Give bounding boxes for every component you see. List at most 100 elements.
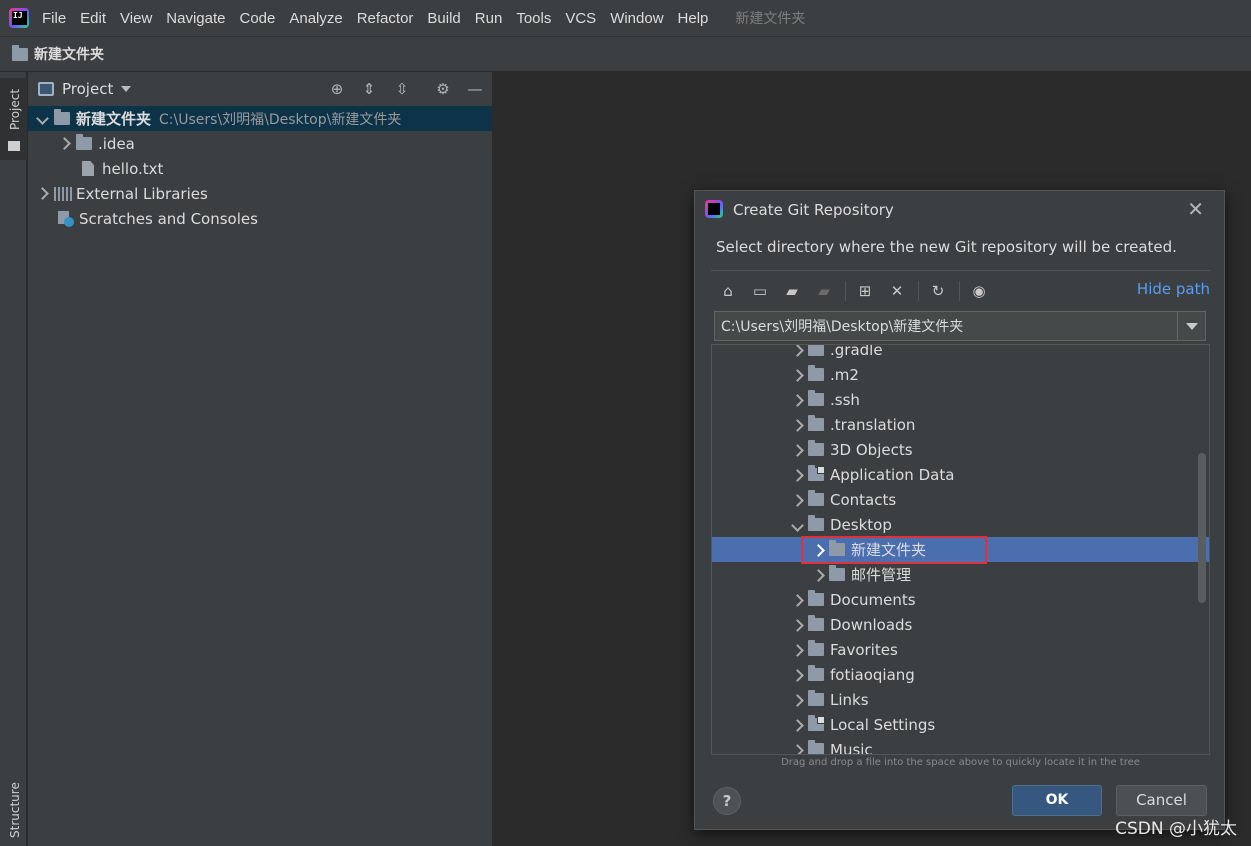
hide-path-link[interactable]: Hide path: [1137, 280, 1210, 298]
expand-all-icon[interactable]: ⇕: [360, 80, 378, 98]
folder-icon: [808, 390, 824, 406]
breadcrumb-project[interactable]: 新建文件夹: [34, 44, 104, 64]
chevron-right-icon[interactable]: [36, 187, 48, 201]
menu-edit[interactable]: Edit: [73, 10, 113, 27]
tree-label: Scratches and Consoles: [79, 209, 258, 228]
show-hidden-icon[interactable]: ◉: [966, 280, 992, 302]
tree-row[interactable]: Contacts: [712, 487, 1209, 512]
tree-row[interactable]: Favorites: [712, 637, 1209, 662]
chevron-right-icon[interactable]: [790, 345, 804, 359]
menu-vcs[interactable]: VCS: [558, 10, 603, 27]
chevron-right-icon[interactable]: [790, 366, 804, 384]
chevron-right-icon[interactable]: [790, 391, 804, 409]
menu-file[interactable]: File: [35, 10, 73, 27]
help-button[interactable]: ?: [713, 787, 741, 815]
menu-refactor[interactable]: Refactor: [350, 10, 421, 27]
folder-icon: [808, 490, 824, 506]
chevron-right-icon[interactable]: [790, 716, 804, 734]
module-folder-icon[interactable]: ▰: [811, 280, 837, 302]
chevron-right-icon[interactable]: [790, 691, 804, 709]
tree-label: .idea: [98, 134, 135, 153]
project-tool-tab[interactable]: Project: [0, 78, 27, 160]
folder-icon: [808, 690, 824, 706]
tree-row[interactable]: .ssh: [712, 387, 1209, 412]
tree-row[interactable]: Downloads: [712, 612, 1209, 637]
tree-row[interactable]: Application Data: [712, 462, 1209, 487]
menu-build[interactable]: Build: [420, 10, 467, 27]
folder-icon: [808, 365, 824, 381]
chevron-right-icon[interactable]: [790, 591, 804, 609]
menu-window[interactable]: Window: [603, 10, 670, 27]
chevron-right-icon[interactable]: [790, 641, 804, 659]
panel-title[interactable]: Project: [62, 80, 113, 98]
chevron-right-icon[interactable]: [790, 666, 804, 684]
close-icon[interactable]: ✕: [1187, 197, 1204, 221]
chevron-down-icon[interactable]: [1177, 312, 1205, 340]
desktop-icon[interactable]: ▭: [747, 280, 773, 302]
tree-row[interactable]: .m2: [712, 362, 1209, 387]
cancel-button[interactable]: Cancel: [1116, 785, 1207, 816]
tree-scrollbar[interactable]: [1198, 453, 1206, 603]
intellij-logo-icon: [705, 200, 723, 218]
tree-label: External Libraries: [76, 184, 208, 203]
chevron-down-icon[interactable]: [790, 516, 804, 534]
panel-header: Project: [28, 72, 492, 106]
tree-row[interactable]: Documents: [712, 587, 1209, 612]
divider: [711, 270, 1210, 271]
chevron-right-icon[interactable]: [790, 741, 804, 755]
delete-icon[interactable]: ✕: [884, 280, 910, 302]
tree-row[interactable]: 3D Objects: [712, 437, 1209, 462]
tree-row-project-root[interactable]: 新建文件夹 C:\Users\刘明福\Desktop\新建文件夹: [28, 106, 492, 131]
ok-button[interactable]: OK: [1012, 785, 1102, 816]
directory-tree[interactable]: .gradle .m2 .ssh .translation 3D Objects…: [711, 344, 1210, 755]
chevron-right-icon[interactable]: [790, 416, 804, 434]
tree-label: Contacts: [830, 490, 897, 509]
project-folder-icon[interactable]: ▰: [779, 280, 805, 302]
tree-row[interactable]: .translation: [712, 412, 1209, 437]
toolbar-separator: [845, 281, 846, 301]
folder-icon: [808, 440, 824, 456]
tree-row[interactable]: .gradle: [712, 345, 1209, 362]
collapse-all-icon[interactable]: ⇳: [393, 80, 411, 98]
refresh-icon[interactable]: ↻: [925, 280, 951, 302]
tree-row[interactable]: fotiaoqiang: [712, 662, 1209, 687]
tree-label: Music: [830, 740, 873, 755]
menu-help[interactable]: Help: [671, 10, 716, 27]
tree-row[interactable]: Links: [712, 687, 1209, 712]
menu-view[interactable]: View: [113, 10, 159, 27]
tree-label: hello.txt: [102, 159, 164, 178]
chevron-down-icon[interactable]: [121, 86, 132, 92]
tree-row-hello-txt[interactable]: hello.txt: [28, 156, 163, 181]
home-icon[interactable]: ⌂: [715, 280, 741, 302]
structure-tool-tab[interactable]: Structure: [8, 782, 22, 838]
tree-row-external-libraries[interactable]: External Libraries: [28, 181, 208, 206]
chevron-right-icon[interactable]: [811, 566, 825, 584]
chevron-right-icon[interactable]: [790, 616, 804, 634]
menu-run[interactable]: Run: [468, 10, 510, 27]
path-input[interactable]: [715, 318, 1177, 334]
locate-icon[interactable]: ⊕: [328, 80, 346, 98]
annotation-highlight-box: [801, 536, 987, 564]
chevron-right-icon[interactable]: [790, 441, 804, 459]
toolbar-separator: [918, 281, 919, 301]
tree-row-scratches[interactable]: Scratches and Consoles: [28, 206, 258, 231]
tree-row[interactable]: Local Settings: [712, 712, 1209, 737]
tree-row[interactable]: Desktop: [712, 512, 1209, 537]
path-combobox[interactable]: [714, 311, 1206, 341]
menu-navigate[interactable]: Navigate: [159, 10, 232, 27]
menu-code[interactable]: Code: [232, 10, 282, 27]
tree-row[interactable]: 邮件管理: [712, 562, 1209, 587]
tree-label: .m2: [830, 365, 859, 384]
chevron-right-icon[interactable]: [790, 466, 804, 484]
new-folder-icon[interactable]: ⊞: [852, 280, 878, 302]
tree-row-idea[interactable]: .idea: [28, 131, 135, 156]
gear-icon[interactable]: ⚙: [434, 80, 452, 98]
tree-label: Application Data: [830, 465, 955, 484]
menu-analyze[interactable]: Analyze: [282, 10, 349, 27]
chevron-right-icon[interactable]: [790, 491, 804, 509]
chevron-down-icon[interactable]: [36, 112, 48, 126]
tree-row[interactable]: Music: [712, 737, 1209, 755]
chevron-right-icon[interactable]: [58, 137, 70, 151]
menu-tools[interactable]: Tools: [509, 10, 558, 27]
minimize-icon[interactable]: —: [466, 80, 484, 98]
